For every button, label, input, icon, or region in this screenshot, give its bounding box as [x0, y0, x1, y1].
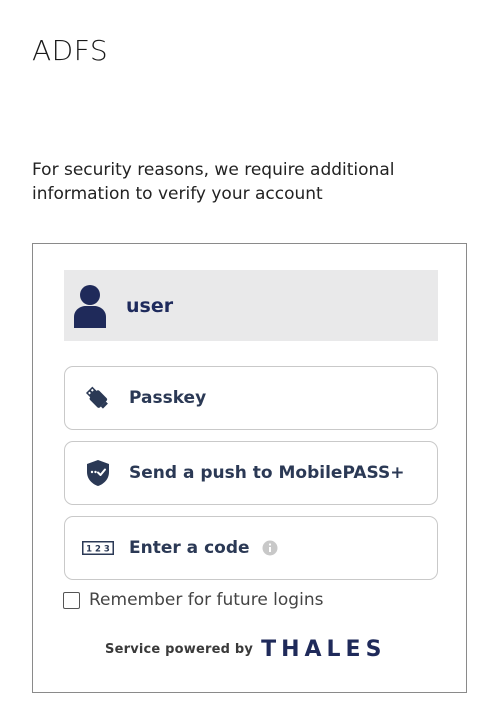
enter-code-option[interactable]: 1 2 3 Enter a code	[64, 516, 438, 580]
remember-checkbox[interactable]	[63, 591, 80, 609]
info-icon[interactable]	[262, 540, 278, 556]
auth-panel: user Passkey Send a push to MobilePASS+ …	[32, 243, 467, 693]
thales-logo: THALES	[261, 637, 387, 662]
user-icon	[72, 284, 108, 328]
remember-label[interactable]: Remember for future logins	[89, 590, 323, 610]
page-title: ADFS	[32, 34, 109, 67]
passkey-label: Passkey	[129, 388, 207, 408]
powered-by-text: Service powered by	[105, 642, 254, 657]
code-123-icon: 1 2 3	[81, 531, 115, 565]
intro-message: For security reasons, we require additio…	[32, 160, 395, 204]
mobilepass-push-option[interactable]: Send a push to MobilePASS+	[64, 441, 438, 505]
powered-by-footer: Service powered by THALES	[105, 637, 386, 662]
username: user	[126, 294, 174, 317]
enter-code-label: Enter a code	[129, 538, 250, 558]
usb-key-icon	[81, 381, 115, 415]
passkey-option[interactable]: Passkey	[64, 366, 438, 430]
mobilepass-push-label: Send a push to MobilePASS+	[129, 463, 405, 483]
user-row: user	[64, 270, 438, 341]
svg-text:1 2 3: 1 2 3	[86, 545, 110, 555]
shield-check-icon	[81, 456, 115, 490]
remember-row: Remember for future logins	[63, 590, 323, 610]
